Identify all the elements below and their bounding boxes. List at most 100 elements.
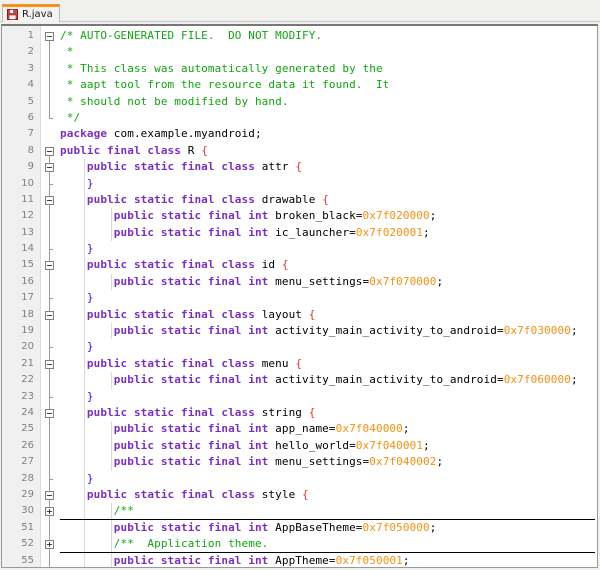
code-line[interactable]: 14 }: [2, 241, 597, 258]
code-line[interactable]: 18 public static final class layout {: [2, 306, 597, 324]
code-line[interactable]: 4 * aapt tool from the resource data it …: [2, 77, 597, 94]
code-token: public final class: [60, 143, 182, 157]
fold-marker: [41, 421, 60, 438]
fold-line: [49, 77, 50, 94]
fold-marker[interactable]: [41, 486, 60, 504]
code-text: public final class R {: [60, 143, 208, 159]
code-line[interactable]: 25 public static final int app_name=0x7f…: [2, 421, 597, 438]
fold-marker: [41, 175, 60, 192]
editor-pane[interactable]: 1 /* AUTO-GENERATED FILE. DO NOT MODIFY. 2…: [1, 24, 598, 568]
fold-collapse-icon[interactable]: [45, 310, 54, 320]
code-line[interactable]: 21 public static final class menu {: [2, 355, 597, 373]
code-token: package: [60, 127, 108, 141]
code-line[interactable]: 17 }: [2, 290, 597, 307]
fold-marker: [41, 372, 60, 389]
code-line[interactable]: 23 }: [2, 388, 597, 405]
code-token: {: [302, 487, 309, 501]
fold-collapse-icon[interactable]: [45, 146, 54, 156]
code-line[interactable]: 13 public static final int ic_launcher=0…: [2, 224, 597, 242]
code-line[interactable]: 7 package com.example.myandroid;: [2, 126, 597, 142]
code-line[interactable]: 20 }: [2, 339, 597, 356]
code-line[interactable]: 15 public static final class id {: [2, 257, 597, 274]
code-token: activity_main_activity_to_android=: [268, 324, 504, 338]
code-line[interactable]: 10 }: [2, 175, 597, 192]
fold-marker[interactable]: [41, 306, 60, 324]
code-text: public static final int AppTheme=0x7f050…: [60, 553, 410, 568]
fold-marker: [41, 60, 60, 78]
line-number: 55: [21, 554, 34, 566]
code-line[interactable]: 16 public static final int menu_settings…: [2, 273, 597, 291]
fold-collapse-icon[interactable]: [45, 408, 54, 418]
fold-marker: [41, 552, 60, 567]
code-line[interactable]: 22 public static final int activity_main…: [2, 372, 597, 389]
code-text: }: [60, 339, 94, 355]
fold-collapse-icon[interactable]: [45, 163, 54, 173]
code-area[interactable]: 1 /* AUTO-GENERATED FILE. DO NOT MODIFY. 2…: [2, 26, 597, 567]
line-number: 12: [21, 210, 34, 222]
fold-marker[interactable]: [41, 257, 60, 274]
fold-marker[interactable]: [41, 503, 60, 520]
fold-marker[interactable]: [41, 143, 60, 160]
fold-expand-icon[interactable]: [45, 540, 54, 550]
code-token: * aapt tool from the resource data it fo…: [60, 78, 390, 92]
code-line[interactable]: 6 */: [2, 109, 597, 126]
fold-marker[interactable]: [41, 159, 60, 176]
fold-line: [49, 93, 50, 110]
code-line[interactable]: 30 /**: [2, 503, 597, 520]
code-line[interactable]: 55 public static final int AppTheme=0x7f…: [2, 552, 597, 568]
fold-expand-icon[interactable]: [45, 507, 54, 517]
fold-marker[interactable]: [41, 28, 60, 45]
code-line[interactable]: 9 public static final class attr {: [2, 159, 597, 176]
code-token: {: [308, 307, 316, 321]
code-line[interactable]: 19 public static final int activity_main…: [2, 323, 597, 340]
fold-marker[interactable]: [41, 536, 60, 553]
code-text: public static final class attr {: [60, 159, 302, 175]
fold-collapse-icon[interactable]: [45, 359, 54, 369]
fold-collapse-icon[interactable]: [45, 195, 54, 205]
fold-line: [49, 372, 50, 389]
line-number: 21: [21, 357, 34, 369]
fold-collapse-icon[interactable]: [45, 32, 54, 41]
code-line[interactable]: 51 public static final int AppBaseTheme=…: [2, 519, 597, 537]
code-line[interactable]: 12 public static final int broken_black=…: [2, 208, 597, 225]
code-token: style: [254, 487, 303, 501]
code-token: activity_main_activity_to_android=: [268, 373, 504, 387]
code-token: public static final int: [113, 520, 269, 534]
line-number: 13: [21, 226, 34, 238]
fold-tick: [49, 478, 53, 480]
code-line[interactable]: 27 public static final int menu_settings…: [2, 454, 597, 471]
fold-collapse-icon[interactable]: [45, 490, 54, 500]
fold-marker[interactable]: [41, 404, 60, 422]
code-line[interactable]: 26 public static final int hello_world=0…: [2, 437, 597, 455]
code-line[interactable]: 1 /* AUTO-GENERATED FILE. DO NOT MODIFY.: [2, 28, 597, 45]
code-token: ;: [570, 373, 578, 387]
code-line[interactable]: 52 /** Application theme.: [2, 536, 597, 553]
code-lines[interactable]: 1 /* AUTO-GENERATED FILE. DO NOT MODIFY. 2…: [2, 28, 597, 568]
code-line[interactable]: 28 }: [2, 470, 597, 487]
line-number: 2: [27, 46, 34, 58]
code-token: public static final int: [113, 209, 269, 223]
line-number: 26: [21, 439, 34, 451]
fold-marker: [41, 273, 60, 291]
code-line[interactable]: 2 *: [2, 44, 597, 61]
fold-marker[interactable]: [41, 191, 60, 209]
fold-marker: [41, 323, 60, 340]
code-line[interactable]: 24 public static final class string {: [2, 404, 597, 422]
code-line[interactable]: 8 public final class R {: [2, 143, 597, 160]
fold-marker[interactable]: [41, 355, 60, 373]
line-number: 9: [27, 161, 34, 173]
code-line[interactable]: 5 * should not be modified by hand.: [2, 93, 597, 110]
code-text: public static final int ic_launcher=0x7f…: [60, 225, 430, 241]
code-line[interactable]: 29 public static final class style {: [2, 486, 597, 504]
code-line[interactable]: 3 * This class was automatically generat…: [2, 60, 597, 78]
tab-r-java[interactable]: R.java: [2, 4, 60, 22]
fold-tick: [49, 249, 53, 251]
code-line[interactable]: 11 public static final class drawable {: [2, 191, 597, 209]
line-number: 23: [21, 390, 34, 402]
code-token: ic_launcher=: [268, 225, 356, 239]
fold-collapse-icon[interactable]: [45, 261, 54, 271]
code-text: *: [60, 44, 74, 60]
code-token: {: [322, 192, 329, 206]
